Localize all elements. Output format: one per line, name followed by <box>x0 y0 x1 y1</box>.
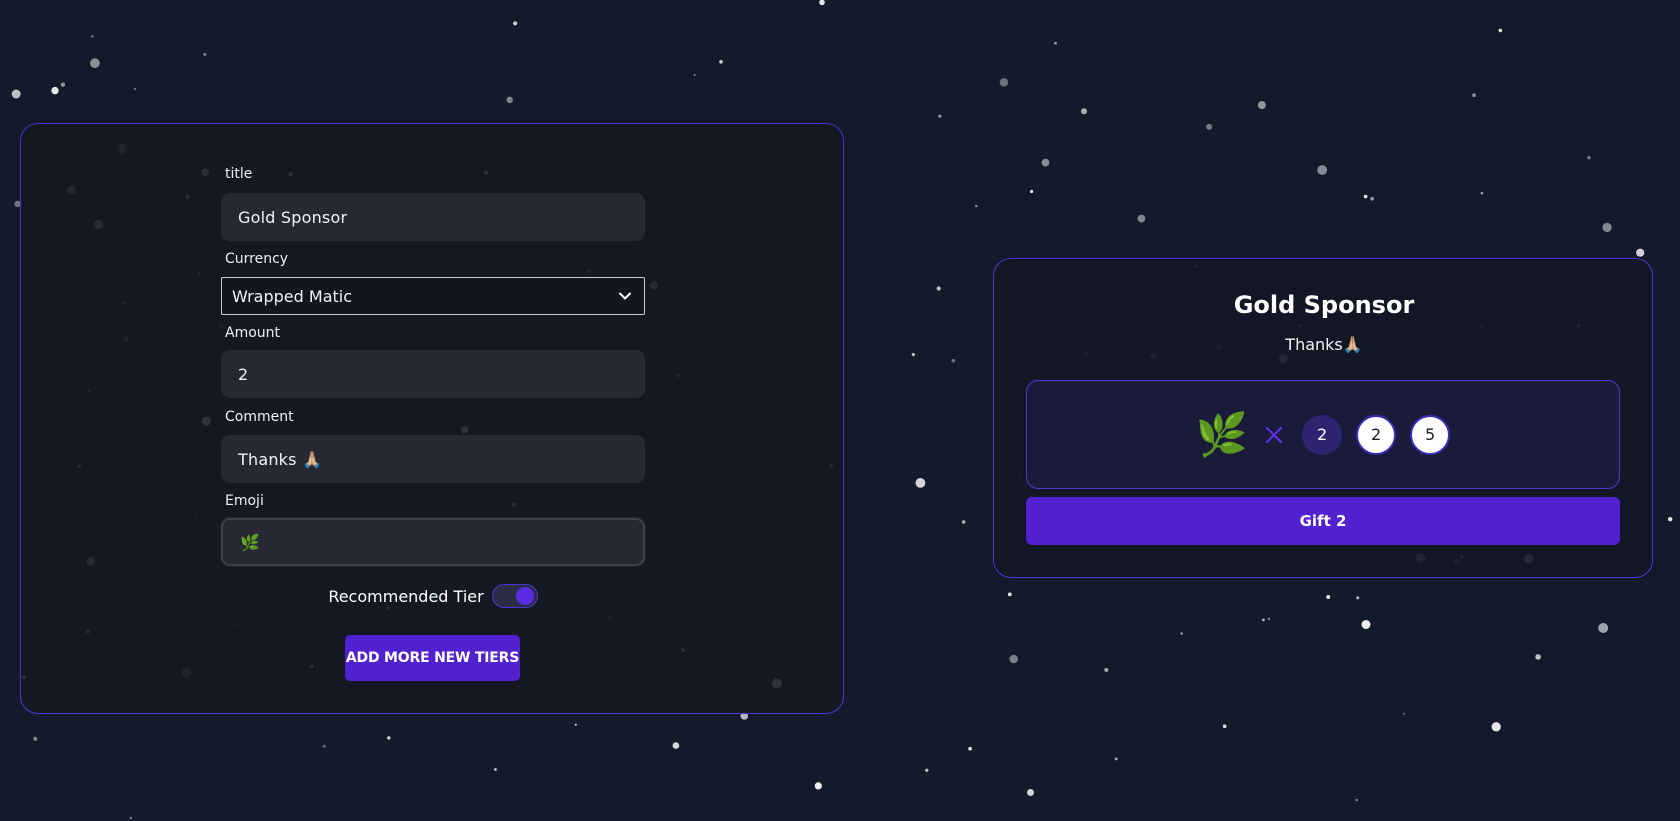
tier-form-panel: title Gold Sponsor Currency Wrapped Mati… <box>20 123 844 714</box>
star <box>1587 155 1591 160</box>
star <box>322 744 326 748</box>
amount-selector: 🌿 2 2 5 <box>1026 380 1620 489</box>
currency-select[interactable]: Wrapped Matic <box>221 277 645 315</box>
star <box>1007 592 1012 597</box>
currency-value: Wrapped Matic <box>232 286 353 306</box>
times-icon <box>1266 426 1283 443</box>
star <box>962 520 966 524</box>
star <box>1257 101 1266 110</box>
star <box>1041 158 1050 167</box>
star <box>1636 248 1645 257</box>
amount-label: Amount <box>225 325 281 341</box>
star <box>513 21 518 26</box>
star <box>968 746 972 751</box>
star <box>1498 28 1503 33</box>
preview-title: Gold Sponsor <box>1233 291 1415 319</box>
star <box>1598 623 1609 633</box>
star <box>1222 724 1227 728</box>
star <box>129 816 132 820</box>
star <box>91 35 94 38</box>
star <box>1491 722 1501 732</box>
star <box>1030 189 1034 194</box>
comment-label: Comment <box>225 409 294 425</box>
star <box>1009 654 1018 664</box>
star <box>915 478 926 488</box>
star <box>814 782 822 790</box>
star <box>1361 620 1371 629</box>
emoji-input[interactable]: 🌿 <box>220 517 646 567</box>
star <box>693 74 696 76</box>
comment-input[interactable]: Thanks 🙏🏼 <box>221 435 645 483</box>
star <box>60 82 66 87</box>
recommended-tier-label: Recommended Tier <box>328 586 484 606</box>
amount-option[interactable]: 5 <box>1410 414 1451 455</box>
tier-preview-card: Gold Sponsor Thanks🙏🏼 🌿 2 2 5 Gift 2 <box>993 258 1653 578</box>
chevron-down-icon <box>619 292 631 300</box>
toggle-knob <box>515 587 534 605</box>
star <box>33 736 38 742</box>
recommended-tier-toggle[interactable] <box>491 584 538 608</box>
star <box>493 768 497 771</box>
emoji-label: Emoji <box>225 493 264 509</box>
star <box>1363 194 1368 199</box>
amount-option[interactable]: 2 <box>1302 414 1343 455</box>
recommended-tier-row: Recommended Tier <box>21 583 845 609</box>
star <box>1267 617 1271 621</box>
star <box>1081 108 1087 115</box>
star <box>1137 214 1146 223</box>
star <box>1480 191 1484 195</box>
star <box>1370 196 1374 201</box>
star <box>1317 165 1328 175</box>
star <box>51 86 59 95</box>
star <box>90 58 100 69</box>
star <box>925 768 929 772</box>
amount-input[interactable]: 2 <box>221 350 645 398</box>
star <box>975 204 978 208</box>
star <box>133 87 137 91</box>
star <box>387 736 391 740</box>
star <box>1535 654 1541 660</box>
star <box>1356 596 1360 600</box>
star <box>1054 41 1057 45</box>
star <box>719 60 723 64</box>
star <box>203 52 207 57</box>
star <box>1206 123 1213 130</box>
gift-button[interactable]: Gift 2 <box>1026 497 1620 545</box>
add-more-tiers-button[interactable]: ADD MORE NEW TIERS <box>345 635 520 681</box>
star <box>672 742 680 749</box>
title-input[interactable]: Gold Sponsor <box>221 193 645 241</box>
star <box>506 96 513 104</box>
star <box>574 723 577 726</box>
star <box>936 286 941 291</box>
star <box>1114 757 1118 761</box>
star <box>1602 222 1612 233</box>
star <box>911 353 915 357</box>
star <box>1472 93 1476 97</box>
star <box>999 78 1009 87</box>
star <box>819 0 825 6</box>
star <box>1180 632 1183 635</box>
star <box>11 89 21 99</box>
star <box>1326 595 1331 599</box>
currency-label: Currency <box>225 251 289 267</box>
star <box>1104 667 1109 672</box>
star <box>1027 789 1034 796</box>
amount-option[interactable]: 2 <box>1356 414 1397 455</box>
star <box>938 114 942 118</box>
star <box>1403 712 1406 715</box>
title-label: title <box>225 166 253 182</box>
star <box>1262 618 1265 622</box>
tier-emoji: 🌿 <box>1195 409 1249 459</box>
star <box>1668 517 1673 522</box>
star <box>1355 798 1359 802</box>
star <box>951 358 956 363</box>
preview-comment: Thanks🙏🏼 <box>1285 335 1363 354</box>
